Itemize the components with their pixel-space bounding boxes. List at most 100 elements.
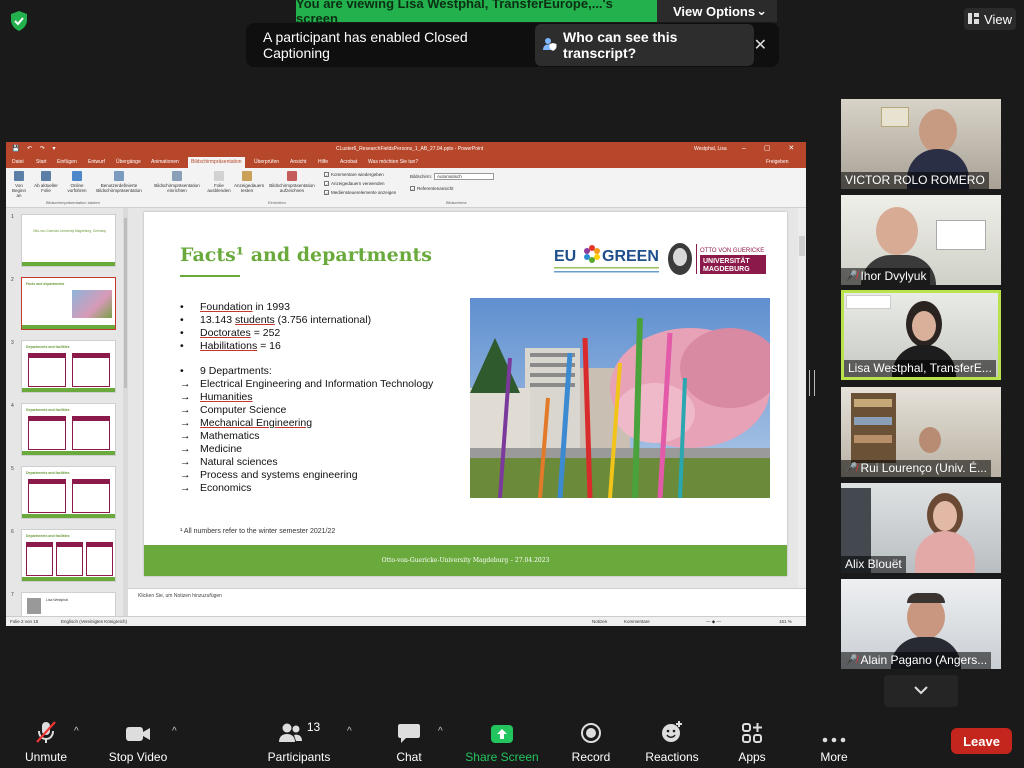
language-indicator[interactable]: Englisch (Vereinigtes Königreich) bbox=[61, 619, 127, 624]
leave-label: Leave bbox=[963, 733, 1000, 749]
department-item: → Mathematics bbox=[180, 430, 260, 442]
slide-thumbnail-2[interactable]: Facts and departments bbox=[21, 277, 116, 330]
window-controls[interactable]: – ▢ ✕ bbox=[742, 144, 802, 152]
zoom-slider[interactable]: — ◆ — bbox=[706, 619, 721, 625]
chat-button[interactable]: Chat bbox=[388, 720, 430, 764]
notes-pane[interactable]: Klicken Sie, um Notizen hinzuzufügen bbox=[128, 588, 806, 616]
tab-bildschirmpraesentation[interactable]: Bildschirmpräsentation bbox=[188, 157, 245, 168]
apps-button[interactable]: Apps bbox=[734, 720, 770, 764]
participants-icon: 13 bbox=[266, 720, 332, 744]
tab-acrobat[interactable]: Acrobat bbox=[340, 159, 357, 165]
present-online-button[interactable]: Online vorführen bbox=[64, 171, 90, 193]
reactions-label: Reactions bbox=[645, 750, 699, 764]
slide-footnote: ¹ All numbers refer to the winter semest… bbox=[180, 528, 336, 535]
use-timings-checkbox[interactable]: ✓ Anzeigedauern verwenden bbox=[324, 181, 385, 187]
slide-thumbnail-1[interactable]: Otto-von-Guericke-University Magdeburg, … bbox=[21, 214, 116, 267]
record-label: Record bbox=[571, 750, 611, 764]
slide-counter: Folie 2 von 15 bbox=[10, 619, 39, 624]
show-media-controls-checkbox[interactable]: ✓ Mediensteuerelemente anzeigen bbox=[324, 190, 396, 196]
shared-screen[interactable]: 💾 ↶ ↷ ▾ CLuster6_ResearchFieldsPersons_1… bbox=[6, 142, 806, 626]
comments-toggle[interactable]: Kommentare bbox=[624, 619, 650, 624]
gallery-resize-handle[interactable] bbox=[809, 370, 815, 396]
participants-button[interactable]: 13 Participants bbox=[266, 720, 332, 764]
slide-thumbnail-6[interactable]: Departments and facilities bbox=[21, 529, 116, 582]
slide-thumbnail-4[interactable]: Departments and facilities bbox=[21, 403, 116, 456]
view-options-button[interactable]: View Options ⌄ bbox=[657, 0, 777, 22]
closed-caption-notification: A participant has enabled Closed Caption… bbox=[246, 23, 779, 67]
muted-mic-icon: 🎤̸ bbox=[845, 270, 858, 282]
tab-ansicht[interactable]: Ansicht bbox=[290, 159, 306, 165]
reactions-button[interactable]: Reactions bbox=[642, 720, 702, 764]
sharing-status-text: You are viewing Lisa Westphal, TransferE… bbox=[296, 0, 657, 26]
record-slideshow-button[interactable]: Bildschirmpräsentation aufzeichnen bbox=[262, 171, 322, 193]
more-label: More bbox=[820, 750, 848, 764]
tab-einfuegen[interactable]: Einfügen bbox=[57, 159, 77, 165]
participant-tile[interactable]: 🎤̸ Alain Pagano (Angers... bbox=[841, 579, 1001, 669]
gallery-next-page-button[interactable] bbox=[884, 675, 958, 707]
unmute-label: Unmute bbox=[24, 750, 68, 764]
participant-count: 13 bbox=[306, 720, 321, 734]
view-button[interactable]: View bbox=[964, 8, 1016, 30]
tab-start[interactable]: Start bbox=[36, 159, 47, 165]
share-screen-button[interactable]: Share Screen bbox=[464, 720, 540, 764]
close-icon[interactable]: ✕ bbox=[754, 35, 767, 55]
participant-tile[interactable]: 🎤̸ Rui Lourenço (Univ. É... bbox=[841, 387, 1001, 477]
grid-icon bbox=[968, 12, 980, 27]
stop-video-label: Stop Video bbox=[108, 750, 168, 764]
rehearse-timings-button[interactable]: Anzeigedauern testen bbox=[234, 171, 264, 193]
play-narrations-checkbox[interactable]: ✓ Kommentare wiedergeben bbox=[324, 172, 384, 178]
department-count: • 9 Departments: bbox=[180, 365, 272, 377]
more-button[interactable]: More bbox=[814, 720, 854, 764]
participant-tile[interactable]: Alix Blouët bbox=[841, 483, 1001, 573]
department-item: → Process and systems engineering bbox=[180, 469, 358, 481]
setup-slideshow-icon bbox=[172, 171, 182, 181]
slide-title: Facts¹ and departments bbox=[180, 244, 433, 266]
video-options-caret[interactable]: ^ bbox=[172, 726, 177, 737]
share-ppt-button[interactable]: Freigeben bbox=[766, 159, 789, 165]
who-can-see-transcript-button[interactable]: Who can see this transcript? bbox=[535, 24, 754, 66]
setup-slideshow-button[interactable]: Bildschirmpräsentation einrichten bbox=[150, 171, 204, 193]
tab-datei[interactable]: Datei bbox=[12, 159, 24, 165]
who-can-see-label: Who can see this transcript? bbox=[563, 29, 678, 61]
record-icon bbox=[287, 171, 297, 181]
quick-access-toolbar[interactable]: 💾 ↶ ↷ ▾ bbox=[12, 145, 59, 152]
from-beginning-button[interactable]: Von Beginn an bbox=[9, 171, 29, 198]
slide-thumbnail-3[interactable]: Departments and facilities bbox=[21, 340, 116, 393]
tab-ueberpruefen[interactable]: Überprüfen bbox=[254, 159, 279, 165]
slide-thumbnail-5[interactable]: Departments and facilities bbox=[21, 466, 116, 519]
participants-options-caret[interactable]: ^ bbox=[347, 726, 352, 737]
monitor-select[interactable]: Bildschirm: Automatisch bbox=[410, 173, 495, 180]
unmute-button[interactable]: Unmute bbox=[20, 720, 72, 764]
presenter-view-checkbox[interactable]: ✓ Referentenansicht bbox=[410, 186, 454, 192]
apps-label: Apps bbox=[738, 750, 766, 764]
participant-tile-active-speaker[interactable]: Lisa Westphal, TransferE... bbox=[841, 290, 1001, 380]
chat-options-caret[interactable]: ^ bbox=[438, 726, 443, 737]
participant-tile[interactable]: 🎤̸ Ihor Dvylyuk bbox=[841, 195, 1001, 285]
notes-placeholder: Klicken Sie, um Notizen hinzuzufügen bbox=[138, 593, 222, 599]
department-item: → Humanities bbox=[180, 391, 253, 403]
security-shield-icon[interactable] bbox=[8, 10, 30, 32]
leave-button[interactable]: Leave bbox=[951, 728, 1012, 754]
tab-uebergaenge[interactable]: Übergänge bbox=[116, 159, 141, 165]
hide-slide-button[interactable]: Folie ausblenden bbox=[206, 171, 232, 193]
department-item: → Natural sciences bbox=[180, 456, 278, 468]
tab-hilfe[interactable]: Hilfe bbox=[318, 159, 328, 165]
notes-toggle[interactable]: Notizen bbox=[592, 619, 607, 624]
tab-animationen[interactable]: Animationen bbox=[151, 159, 179, 165]
record-button[interactable]: Record bbox=[568, 720, 614, 764]
zoom-level[interactable]: 161 % bbox=[779, 619, 792, 624]
slide-footer: Otto-von-Guericke-University Magdeburg –… bbox=[144, 545, 787, 576]
apps-icon bbox=[734, 720, 770, 744]
tell-me-search[interactable]: Was möchten Sie tun? bbox=[368, 159, 418, 165]
participant-name: 🎤̸ Rui Lourenço (Univ. É... bbox=[841, 460, 991, 477]
current-slide[interactable]: Facts¹ and departments EU GREEN OTTO VON… bbox=[144, 212, 787, 576]
chevron-down-icon: ⌄ bbox=[756, 3, 767, 18]
audio-options-caret[interactable]: ^ bbox=[74, 726, 79, 737]
slide-scrollbar[interactable] bbox=[798, 208, 806, 588]
slide-thumbnails-pane[interactable]: 1 Otto-von-Guericke-University Magdeburg… bbox=[6, 208, 128, 626]
custom-slideshow-button[interactable]: Benutzerdefinierte Bildschirmpräsentatio… bbox=[92, 171, 146, 193]
tab-entwurf[interactable]: Entwurf bbox=[88, 159, 105, 165]
participant-tile[interactable]: VICTOR ROLO ROMERO bbox=[841, 99, 1001, 189]
from-current-slide-button[interactable]: Ab aktueller Folie bbox=[32, 171, 60, 193]
stop-video-button[interactable]: Stop Video bbox=[104, 720, 172, 764]
